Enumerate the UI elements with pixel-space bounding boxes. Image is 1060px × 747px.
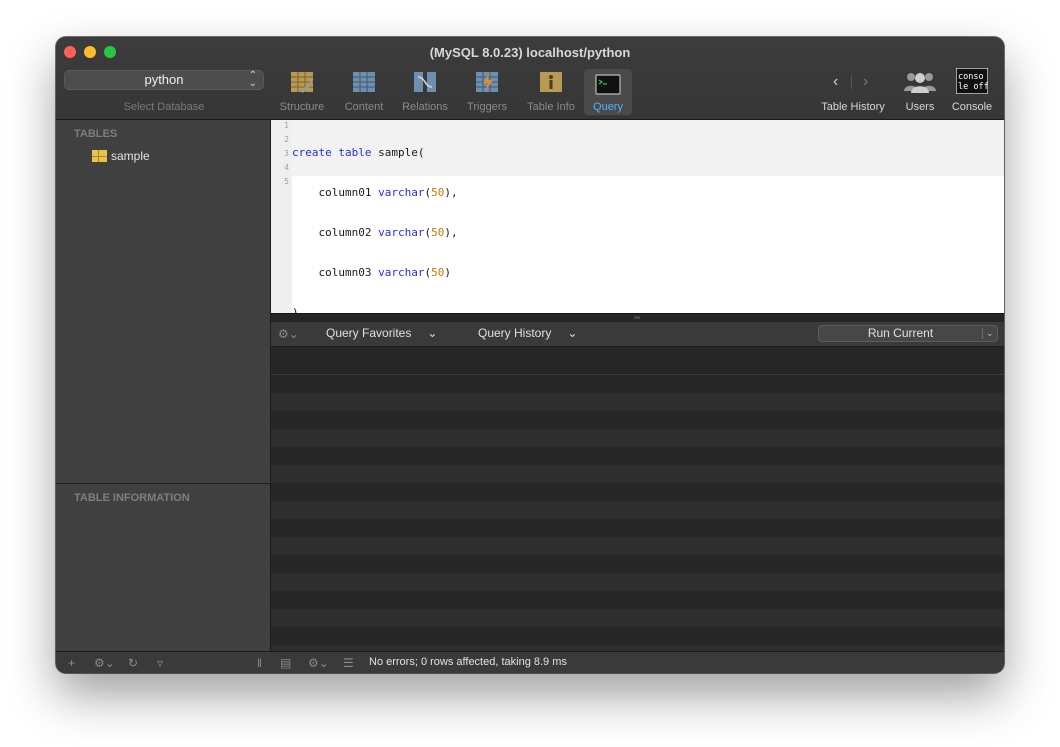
table-row: [271, 609, 1004, 627]
gear-menu-icon[interactable]: ⚙⌄: [308, 656, 329, 670]
query-bar: ⚙⌄ Query Favorites ⌄ Query History ⌄ Run C…: [271, 322, 1004, 347]
query-editor[interactable]: 1 2 3 4 5 create table sample( column01 …: [271, 120, 1004, 319]
keyword: create: [292, 146, 332, 159]
line-number: 1: [284, 121, 289, 130]
users-label: Users: [905, 101, 935, 113]
table-icon: [92, 149, 107, 162]
run-button-divider: [982, 328, 983, 339]
query-favorites-dropdown[interactable]: Query Favorites ⌄: [326, 326, 437, 340]
toolbar-content-label: Content: [344, 101, 384, 113]
toolbar-structure-button[interactable]: Structure: [276, 69, 328, 115]
table-row: [271, 429, 1004, 447]
table-history-label: Table History: [821, 101, 885, 113]
console-icon-text-1: conso: [958, 72, 984, 82]
gear-menu-icon[interactable]: ⚙⌄: [278, 327, 299, 341]
query-history-dropdown[interactable]: Query History ⌄: [478, 326, 577, 340]
toolbar-table-info-label: Table Info: [527, 101, 575, 113]
resize-handle-icon[interactable]: ‖: [257, 656, 262, 670]
code-line-1: create table sample(: [292, 146, 425, 159]
code-line-4: column03 varchar(50): [292, 266, 451, 279]
toolbar-query-label: Query: [593, 101, 623, 113]
table-history-button[interactable]: Table History: [816, 69, 890, 115]
toolbar-query-button[interactable]: Query: [584, 69, 632, 115]
console-label: Console: [951, 101, 993, 113]
structure-icon: [291, 72, 313, 93]
line-number: 2: [284, 135, 289, 144]
line-number: 4: [284, 163, 289, 172]
select-database-label: Select Database: [123, 101, 205, 113]
number: 50: [431, 266, 445, 279]
results-header-divider: [271, 374, 1004, 375]
query-favorites-label: Query Favorites: [326, 326, 412, 340]
sidebar: TABLES sample TABLE INFORMATION: [56, 120, 271, 651]
number: 50: [431, 226, 445, 239]
code-line-2: column01 varchar(50),: [292, 186, 458, 199]
toolbar-triggers-button[interactable]: Triggers: [461, 69, 513, 115]
gear-menu-icon[interactable]: ⚙⌄: [94, 656, 115, 670]
run-options-chevron-icon[interactable]: ⌄: [986, 326, 994, 341]
line-number: 5: [284, 177, 289, 186]
console-icon-text-2: le off: [958, 82, 988, 92]
run-current-button[interactable]: Run Current ⌄: [818, 325, 998, 342]
chevron-down-icon: ⌄: [427, 326, 438, 340]
tables-header: TABLES: [74, 128, 118, 140]
splitter-grip: [634, 316, 640, 319]
number: 50: [431, 186, 445, 199]
keyword: varchar: [378, 266, 425, 279]
toolbar-triggers-label: Triggers: [467, 101, 507, 113]
table-item-sample[interactable]: sample: [92, 148, 150, 164]
relations-icon: [414, 72, 436, 92]
console-button[interactable]: conso le off Console: [948, 68, 996, 115]
filter-icon[interactable]: ▿: [157, 656, 163, 670]
status-message: No errors; 0 rows affected, taking 8.9 m…: [369, 656, 567, 668]
table-information-header: TABLE INFORMATION: [74, 492, 190, 504]
table-information-panel: TABLE INFORMATION: [56, 483, 270, 652]
run-current-label: Run Current: [867, 326, 934, 340]
toolbar-relations-label: Relations: [402, 101, 448, 113]
keyword: varchar: [378, 186, 425, 199]
toolbar-table-info-button[interactable]: Table Info: [523, 69, 579, 115]
line-number: 3: [284, 149, 289, 158]
bottom-bar: + ⚙⌄ ↻ ▿ ‖ ▤ ⚙⌄ ☰ No errors; 0 rows affe…: [56, 651, 1004, 673]
code-line-3: column02 varchar(50),: [292, 226, 458, 239]
toolbar-relations-button[interactable]: Relations: [399, 69, 451, 115]
chevron-down-icon: ⌄: [567, 326, 578, 340]
table-row: [271, 393, 1004, 411]
content-icon: [353, 72, 375, 92]
window-title: (MySQL 8.0.23) localhost/python: [429, 45, 631, 60]
tables-list: TABLES sample: [56, 120, 270, 482]
query-icon: [595, 74, 621, 95]
table-row: [271, 573, 1004, 591]
results-table[interactable]: [271, 347, 1004, 651]
toggle-panel-icon[interactable]: ▤: [280, 656, 291, 670]
keyword: table: [338, 146, 372, 159]
table-info-icon: [540, 72, 562, 92]
query-log-icon[interactable]: ☰: [343, 656, 354, 670]
toolbar-content-button[interactable]: Content: [338, 69, 390, 115]
triggers-icon: [476, 72, 498, 92]
table-row: [271, 465, 1004, 483]
database-select-value: python: [144, 72, 184, 87]
database-select[interactable]: python ⌃ ⌄: [64, 70, 264, 90]
refresh-icon[interactable]: ↻: [128, 656, 138, 670]
table-row: [271, 501, 1004, 519]
app-window: (MySQL 8.0.23) localhost/python python ⌃…: [56, 37, 1004, 673]
query-history-label: Query History: [478, 326, 552, 340]
add-table-icon[interactable]: +: [68, 656, 75, 670]
keyword: varchar: [378, 226, 425, 239]
updown-chevron-icon: ⌃ ⌄: [248, 70, 257, 89]
toolbar-structure-label: Structure: [279, 101, 325, 113]
title-bar: (MySQL 8.0.23) localhost/python python ⌃…: [56, 37, 1004, 120]
table-row: [271, 537, 1004, 555]
users-icon: [904, 73, 936, 93]
line-number-gutter: 1 2 3 4 5: [271, 120, 292, 313]
console-icon: conso le off: [956, 68, 988, 94]
users-button[interactable]: Users: [897, 69, 943, 115]
table-item-label: sample: [111, 149, 150, 163]
